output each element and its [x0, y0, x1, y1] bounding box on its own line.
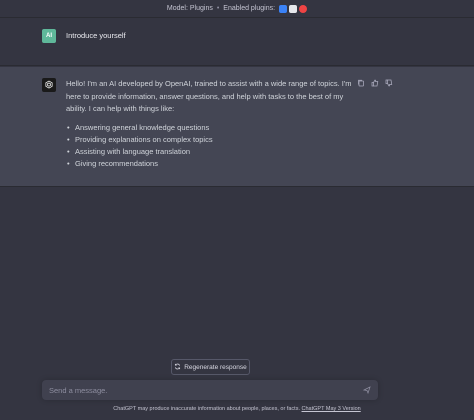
message-actions: [356, 78, 393, 87]
send-icon[interactable]: [362, 385, 372, 395]
ai-message-row: Hello! I'm an AI developed by OpenAI, tr…: [0, 67, 474, 187]
list-item: Answering general knowledge questions: [66, 122, 352, 134]
regenerate-label: Regenerate response: [184, 363, 247, 371]
copy-icon[interactable]: [356, 78, 365, 87]
message-input[interactable]: [49, 384, 349, 396]
footer-text: ChatGPT may produce inaccurate informati…: [113, 406, 300, 412]
plugin-red-icon[interactable]: [299, 4, 308, 13]
plugin-white-icon[interactable]: [289, 4, 298, 13]
thumbs-up-icon[interactable]: [370, 78, 379, 87]
separator: •: [216, 5, 220, 12]
plugin-blue-icon[interactable]: [279, 4, 288, 13]
ai-message-list: Answering general knowledge questions Pr…: [66, 122, 352, 171]
footer-disclaimer: ChatGPT may produce inaccurate informati…: [0, 406, 474, 412]
user-avatar: AI: [42, 29, 56, 43]
list-item: Providing explanations on complex topics: [66, 134, 352, 146]
composer: [42, 380, 378, 400]
version-link[interactable]: ChatGPT May 3 Version: [302, 406, 361, 412]
ai-message-content: Hello! I'm an AI developed by OpenAI, tr…: [66, 78, 352, 171]
plugins-label: Enabled plugins:: [223, 5, 276, 12]
regenerate-button[interactable]: Regenerate response: [171, 359, 250, 375]
user-message-text: Introduce yourself: [66, 31, 126, 40]
ai-message-paragraph: Hello! I'm an AI developed by OpenAI, tr…: [66, 79, 352, 113]
model-label: Model: Plugins: [166, 5, 213, 12]
plugin-icons: [279, 4, 308, 13]
top-bar: Model: Plugins • Enabled plugins:: [0, 0, 474, 18]
list-item: Giving recommendations: [66, 158, 352, 170]
refresh-icon: [174, 363, 181, 372]
thumbs-down-icon[interactable]: [384, 78, 393, 87]
openai-logo-icon: [42, 78, 56, 92]
user-message-row: AI Introduce yourself: [0, 18, 474, 66]
list-item: Assisting with language translation: [66, 146, 352, 158]
